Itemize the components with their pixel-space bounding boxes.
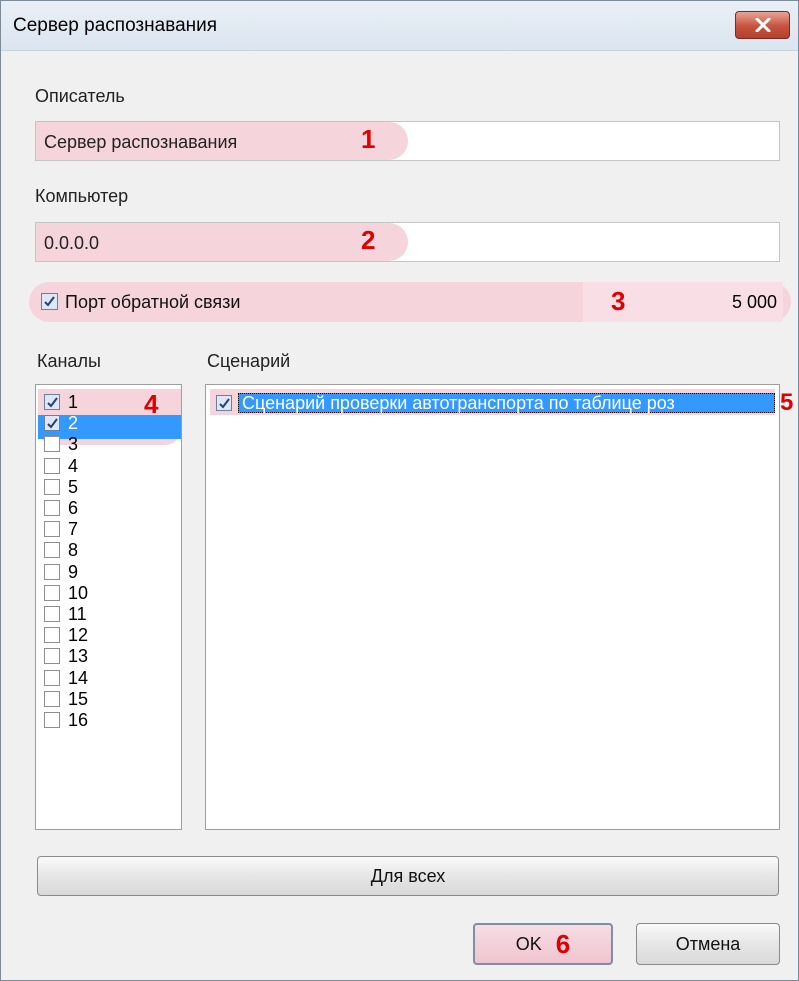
channel-label: 9 bbox=[68, 561, 79, 582]
scenario-checkbox[interactable] bbox=[216, 395, 232, 411]
channel-checkbox[interactable] bbox=[44, 457, 60, 474]
for-all-button[interactable]: Для всех bbox=[37, 856, 779, 896]
channel-item[interactable]: 14 bbox=[44, 669, 174, 687]
channel-label: 14 bbox=[68, 667, 89, 688]
channel-checkbox[interactable] bbox=[44, 690, 60, 707]
scenario-list[interactable]: Сценарий проверки автотранспорта по табл… bbox=[205, 384, 780, 830]
checkmark-icon bbox=[46, 396, 58, 408]
channel-label: 16 bbox=[68, 710, 89, 730]
computer-label: Компьютер bbox=[35, 186, 129, 206]
computer-field[interactable]: 0.0.0.0 2 bbox=[35, 222, 780, 262]
close-icon bbox=[755, 18, 770, 32]
channel-checkbox[interactable] bbox=[44, 500, 60, 516]
checkmark-icon bbox=[44, 296, 55, 307]
channel-checkbox[interactable] bbox=[44, 436, 60, 453]
channel-label: 10 bbox=[68, 582, 89, 603]
marker-1: 1 bbox=[361, 124, 376, 154]
channel-label: 11 bbox=[68, 604, 87, 624]
channel-item[interactable]: 6 bbox=[44, 499, 174, 517]
recognition-server-dialog: Сервер распознавания Описатель Сервер ра… bbox=[0, 0, 799, 981]
channel-item[interactable]: 15 bbox=[44, 690, 174, 708]
descriptor-field[interactable]: Сервер распознавания 1 bbox=[35, 121, 780, 161]
channel-checkbox[interactable] bbox=[44, 606, 60, 622]
channel-item[interactable]: 13 bbox=[44, 647, 174, 665]
marker-3: 3 bbox=[611, 286, 626, 316]
feedback-port-input[interactable]: 3 5 000 bbox=[583, 282, 783, 322]
channel-item[interactable]: 10 bbox=[44, 584, 174, 602]
channel-checkbox[interactable] bbox=[44, 521, 60, 538]
channel-checkbox[interactable] bbox=[44, 669, 60, 686]
channel-checkbox[interactable] bbox=[44, 478, 60, 495]
marker-4: 4 bbox=[144, 389, 159, 419]
channel-checkbox[interactable] bbox=[44, 627, 60, 644]
channel-label: 8 bbox=[68, 540, 79, 561]
channel-label: 12 bbox=[68, 625, 89, 646]
descriptor-label: Описатель bbox=[35, 86, 125, 106]
close-button[interactable] bbox=[735, 11, 790, 39]
ok-label: OK bbox=[515, 933, 542, 954]
channel-checkbox[interactable] bbox=[44, 648, 60, 665]
channel-checkbox[interactable] bbox=[44, 415, 60, 432]
channel-item[interactable]: 4 bbox=[44, 457, 174, 475]
channel-label: 2 bbox=[68, 413, 79, 434]
checkmark-icon bbox=[46, 418, 58, 429]
feedback-port-label: Порт обратной связи bbox=[65, 292, 241, 312]
channel-checkbox[interactable] bbox=[44, 584, 60, 601]
channel-checkbox[interactable] bbox=[44, 542, 60, 559]
computer-value: 0.0.0.0 bbox=[44, 233, 100, 253]
window-title: Сервер распознавания bbox=[13, 15, 218, 36]
channel-checkbox[interactable] bbox=[44, 563, 60, 580]
channel-label: 4 bbox=[68, 455, 79, 476]
channel-item[interactable]: 9 bbox=[44, 563, 174, 581]
channel-item[interactable]: 5 bbox=[44, 478, 174, 496]
channel-item[interactable]: 3 bbox=[44, 435, 174, 453]
channel-label: 15 bbox=[68, 688, 89, 709]
channel-label: 7 bbox=[68, 519, 79, 540]
cancel-button[interactable]: Отмена bbox=[636, 923, 780, 965]
title-bar: Сервер распознавания bbox=[1, 1, 798, 51]
channel-label: 1 bbox=[68, 392, 79, 412]
channel-label: 3 bbox=[68, 434, 79, 455]
ok-button[interactable]: OK 6 bbox=[473, 923, 613, 965]
channel-item[interactable]: 8 bbox=[44, 541, 174, 559]
channel-item[interactable]: 16 bbox=[44, 711, 174, 729]
channel-item[interactable]: 7 bbox=[44, 520, 174, 538]
channels-list[interactable]: 1 2 3 4 5 6 7 8 9 10 11 12 13 14 15 16 4 bbox=[35, 384, 182, 830]
channel-label: 13 bbox=[68, 646, 89, 667]
scenario-label: Сценарий bbox=[207, 351, 291, 371]
channel-checkbox[interactable] bbox=[44, 712, 60, 728]
descriptor-value: Сервер распознавания bbox=[44, 132, 238, 152]
channel-checkbox[interactable] bbox=[44, 394, 60, 410]
checkmark-icon bbox=[218, 397, 230, 409]
feedback-port-checkbox[interactable] bbox=[41, 293, 58, 310]
marker-5: 5 bbox=[780, 389, 794, 416]
marker-2: 2 bbox=[361, 225, 376, 255]
feedback-port-value: 5 000 bbox=[731, 292, 777, 312]
channel-item[interactable]: 11 bbox=[44, 605, 174, 623]
channels-label: Каналы bbox=[37, 351, 101, 371]
channel-label: 5 bbox=[68, 476, 79, 497]
channel-item[interactable]: 12 bbox=[44, 626, 174, 644]
scenario-item-label[interactable]: Сценарий проверки автотранспорта по табл… bbox=[242, 393, 772, 414]
channel-label: 6 bbox=[68, 498, 79, 518]
marker-6: 6 bbox=[555, 928, 571, 959]
